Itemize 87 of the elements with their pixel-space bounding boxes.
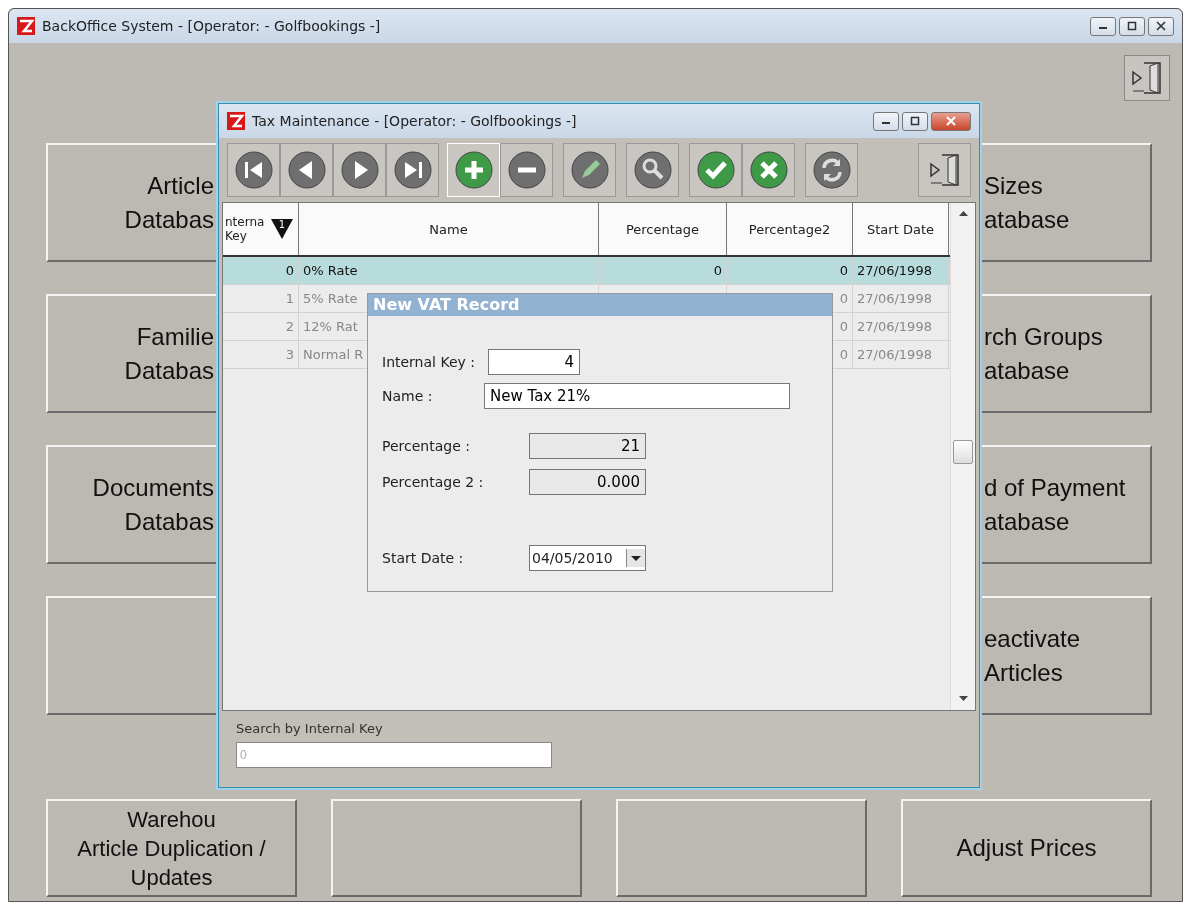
previous-icon	[286, 150, 327, 190]
maximize-button[interactable]	[902, 111, 928, 131]
first-button[interactable]	[227, 143, 280, 197]
menu-button[interactable]	[331, 799, 582, 897]
table-cell: 27/06/1998	[853, 285, 949, 312]
close-button[interactable]	[1148, 16, 1174, 36]
scroll-thumb[interactable]	[953, 439, 973, 464]
table-cell: 0	[713, 263, 722, 278]
input-field[interactable]: 4	[488, 349, 580, 375]
scrollbar[interactable]	[950, 203, 975, 710]
exit-button[interactable]	[1124, 55, 1170, 101]
column-header[interactable]: nterna Key 1	[223, 203, 299, 255]
search-label: Search by Internal Key	[236, 721, 384, 736]
column-label: nterna Key	[225, 215, 266, 243]
search-field[interactable]: 0	[236, 742, 552, 768]
column-header[interactable]: Name	[299, 203, 599, 255]
menu-button[interactable]: d of Payment atabase	[982, 445, 1152, 564]
next-button[interactable]	[333, 143, 386, 197]
remove-button[interactable]	[500, 143, 553, 197]
logo-icon	[227, 112, 245, 130]
table-cell: 0	[727, 257, 853, 284]
table-row[interactable]: 0 0% Rate 0 0 27/06/1998	[223, 257, 950, 285]
edit-button[interactable]	[563, 143, 616, 197]
confirm-button[interactable]	[689, 143, 742, 197]
table-cell: 1	[223, 285, 299, 312]
window-title: BackOffice System - [Operator: - Golfbookings -]	[42, 18, 381, 34]
table-cell: 0	[223, 257, 299, 284]
table-cell: 27/06/1998	[853, 257, 949, 284]
scroll-down-icon	[958, 696, 968, 702]
table-cell: 27/06/1998	[853, 341, 949, 368]
column-header[interactable]: Percentage	[599, 203, 727, 255]
column-header[interactable]: Start Date	[853, 203, 949, 255]
input-field[interactable]: New Tax 21%	[484, 383, 790, 409]
refresh-button[interactable]	[805, 143, 858, 197]
sort-order-badge: 1	[271, 219, 293, 239]
menu-button[interactable]: rch Groups atabase	[982, 294, 1152, 413]
cancel-button[interactable]	[742, 143, 795, 197]
logo-icon	[17, 17, 35, 35]
menu-button[interactable]: Adjust Prices	[901, 799, 1152, 897]
menu-button[interactable]: eactivate Articles	[982, 596, 1152, 715]
previous-button[interactable]	[280, 143, 333, 197]
field-label: Percentage 2 :	[382, 474, 485, 490]
field-label: Name :	[382, 388, 434, 404]
add-icon	[453, 150, 494, 190]
remove-icon	[506, 150, 547, 190]
table-cell: 27/06/1998	[853, 313, 949, 340]
close-icon	[1156, 21, 1166, 31]
maximize-button[interactable]	[1119, 16, 1145, 36]
search-icon	[632, 150, 673, 190]
input-field[interactable]: 0.000	[529, 469, 646, 495]
scroll-up-icon	[958, 211, 968, 217]
menu-button[interactable]: Sizes atabase	[982, 143, 1152, 262]
maximize-icon	[910, 116, 920, 126]
maximize-icon	[1127, 21, 1137, 31]
date-field[interactable]: 04/05/2010	[529, 545, 646, 571]
field-label: Percentage :	[382, 438, 471, 454]
field-label: Internal Key :	[382, 354, 476, 370]
refresh-icon	[811, 150, 852, 190]
menu-button[interactable]: Warehou Article Duplication / Updates	[46, 799, 297, 897]
menu-button[interactable]: Documents Databas	[46, 445, 216, 564]
door-icon	[927, 152, 962, 188]
input-field[interactable]: 21	[529, 433, 646, 459]
edit-icon	[569, 150, 610, 190]
add-button[interactable]	[447, 143, 500, 197]
table-cell: 0% Rate	[299, 257, 599, 284]
menu-button[interactable]: Article Databas	[46, 143, 216, 262]
column-header[interactable]: Percentage2	[727, 203, 853, 255]
first-icon	[233, 150, 274, 190]
menu-button[interactable]	[616, 799, 867, 897]
last-button[interactable]	[386, 143, 439, 197]
exit-button[interactable]	[918, 143, 971, 197]
confirm-icon	[695, 150, 736, 190]
field-label: Start Date :	[382, 550, 465, 566]
cancel-icon	[748, 150, 789, 190]
minimize-button[interactable]	[873, 111, 899, 131]
dialog-title: New VAT Record	[368, 294, 832, 316]
window-title: Tax Maintenance - [Operator: - Golfbookings -]	[252, 113, 577, 129]
next-icon	[339, 150, 380, 190]
search-button[interactable]	[626, 143, 679, 197]
door-icon	[1130, 60, 1164, 96]
close-icon	[946, 116, 956, 126]
table-cell: 3	[223, 341, 299, 368]
minimize-button[interactable]	[1090, 16, 1116, 36]
table-cell: 2	[223, 313, 299, 340]
dropdown-icon	[626, 549, 645, 567]
last-icon	[392, 150, 433, 190]
menu-button[interactable]: Familie Databas	[46, 294, 216, 413]
